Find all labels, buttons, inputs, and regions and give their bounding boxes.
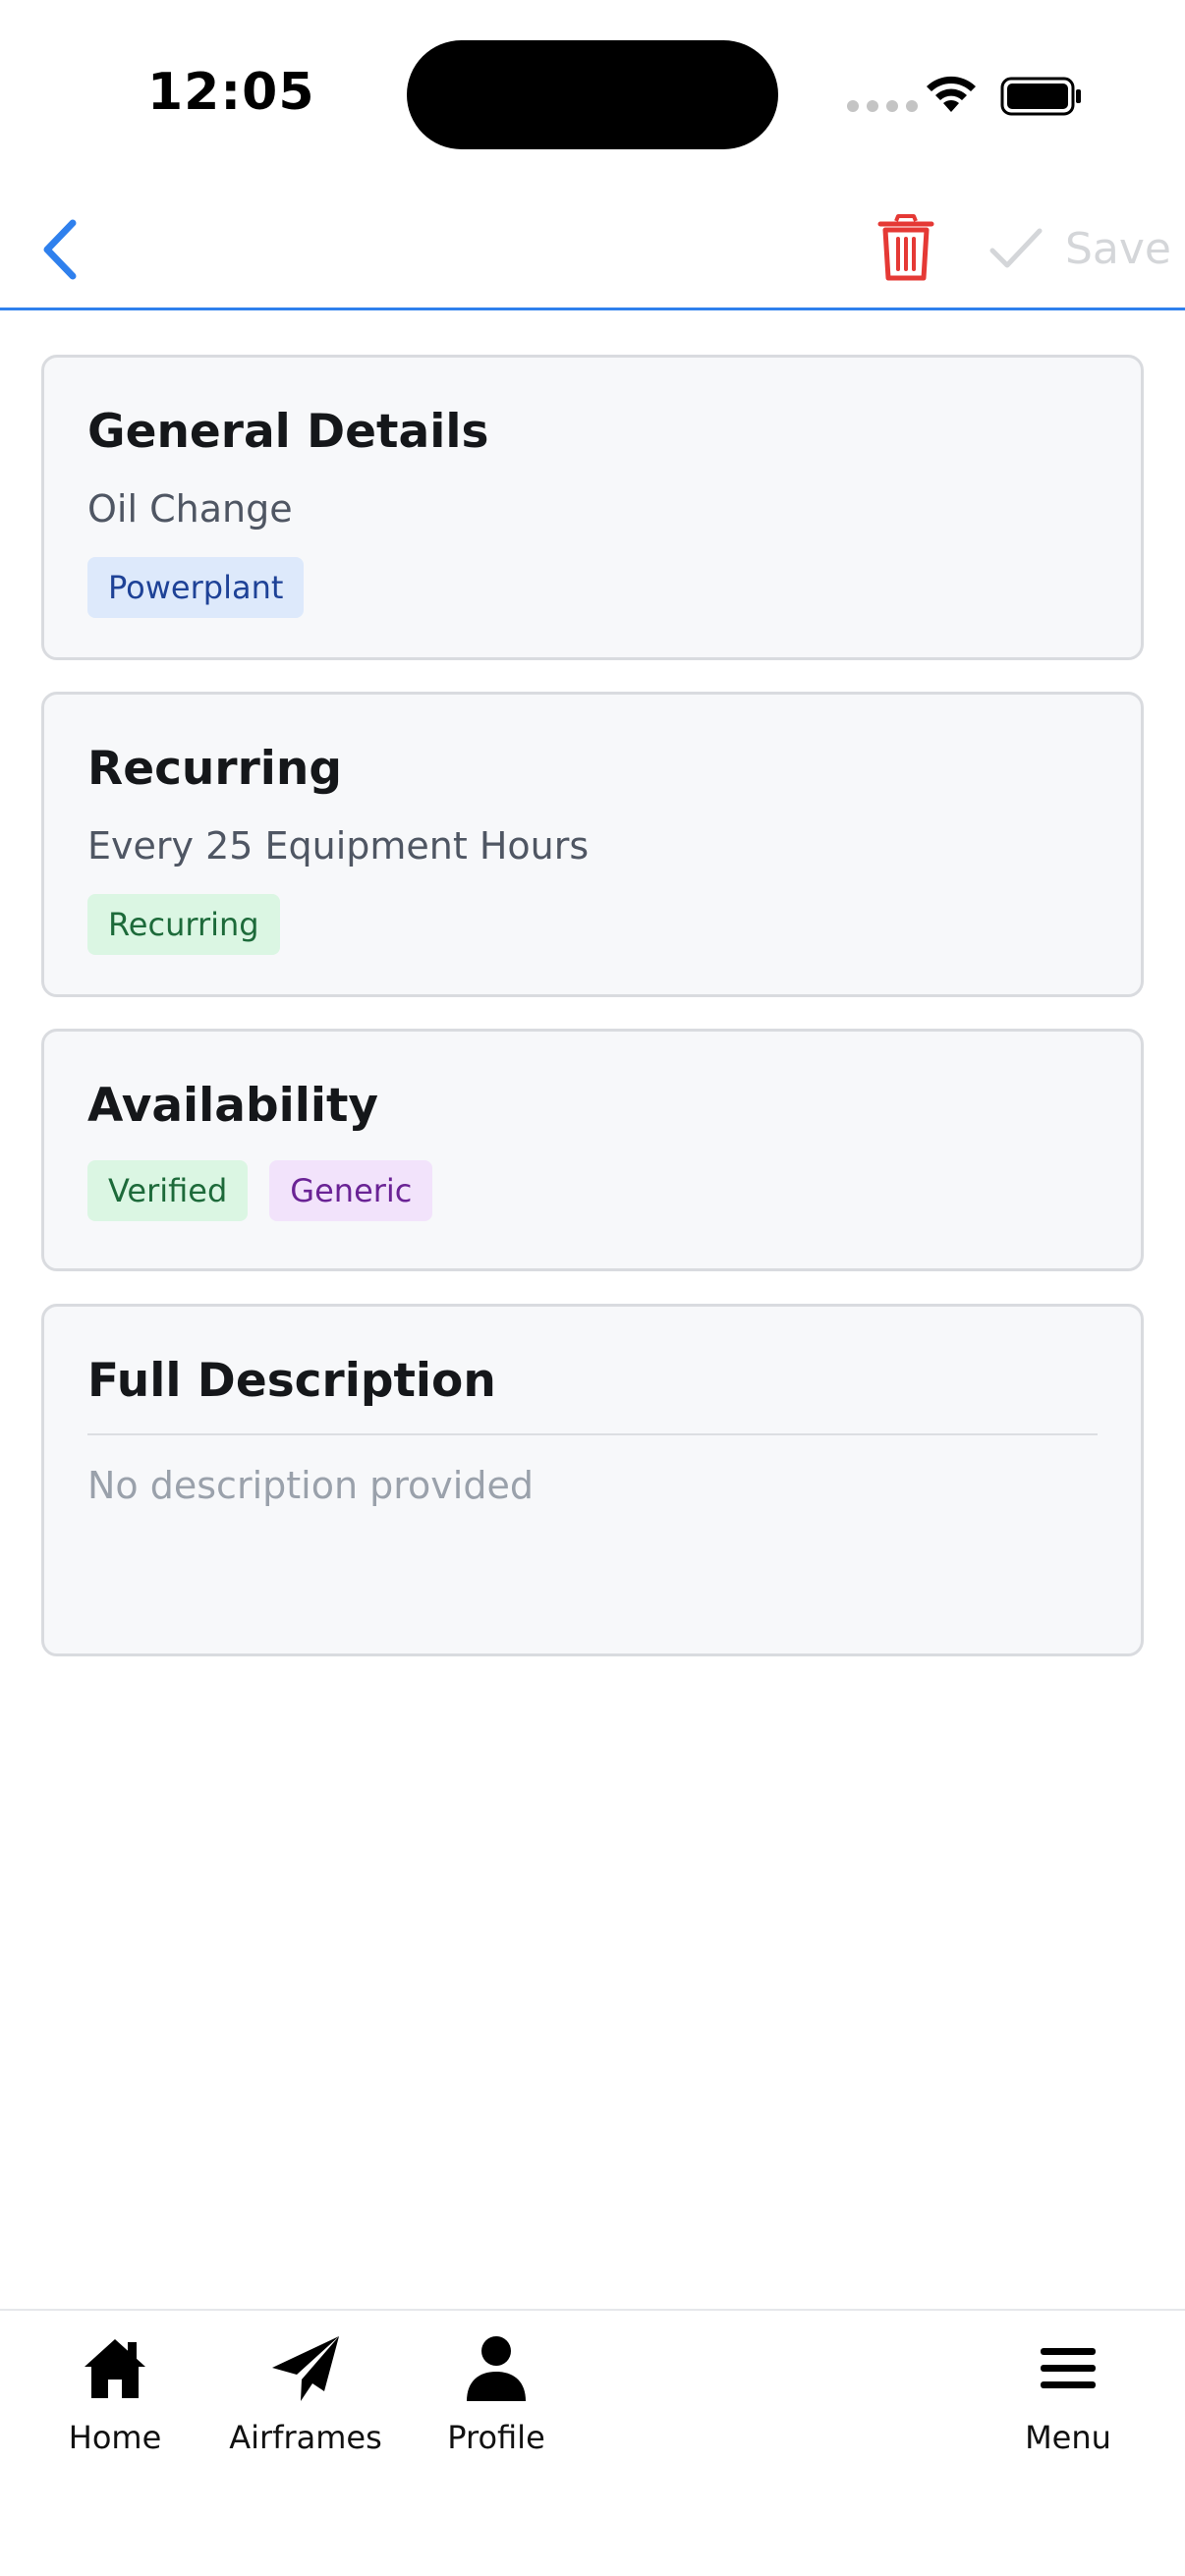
nav-label: Airframes xyxy=(229,2419,382,2456)
description-text: No description provided xyxy=(87,1464,534,1507)
wifi-icon xyxy=(927,76,976,112)
save-button[interactable]: Save xyxy=(988,220,1171,277)
signal-icon xyxy=(847,100,918,112)
nav-label: Profile xyxy=(447,2419,545,2456)
hamburger-menu-icon xyxy=(1041,2348,1096,2388)
recurring-card: Recurring Every 25 Equipment Hours Recur… xyxy=(41,692,1144,997)
status-bar: 12:05 xyxy=(0,0,1185,187)
tag-generic: Generic xyxy=(269,1160,433,1221)
save-label: Save xyxy=(1065,223,1172,274)
card-subtitle: Oil Change xyxy=(87,487,293,531)
tag-powerplant: Powerplant xyxy=(87,557,305,618)
paper-plane-icon xyxy=(272,2336,339,2401)
divider xyxy=(87,1433,1098,1435)
tag-list: Powerplant xyxy=(87,557,1098,618)
card-subtitle: Every 25 Equipment Hours xyxy=(87,824,590,868)
card-title: Recurring xyxy=(87,742,342,796)
tag-recurring: Recurring xyxy=(87,894,280,955)
tag-list: Verified Generic xyxy=(87,1160,1098,1221)
battery-icon xyxy=(1000,77,1081,116)
home-icon xyxy=(85,2339,145,2398)
back-button[interactable] xyxy=(37,217,85,282)
tag-list: Recurring xyxy=(87,894,1098,955)
nav-label: Home xyxy=(68,2419,162,2456)
nav-item-airframes[interactable]: Airframes xyxy=(222,2332,389,2456)
nav-label: Menu xyxy=(1025,2419,1111,2456)
full-description-card: Full Description No description provided xyxy=(41,1304,1144,1656)
person-icon xyxy=(467,2336,526,2401)
card-title: Full Description xyxy=(87,1354,496,1408)
availability-card: Availability Verified Generic xyxy=(41,1029,1144,1271)
nav-item-home[interactable]: Home xyxy=(31,2332,198,2456)
card-title: Availability xyxy=(87,1079,379,1133)
delete-button[interactable] xyxy=(876,213,935,282)
trash-icon xyxy=(877,214,934,281)
chevron-left-icon xyxy=(43,219,77,280)
status-time: 12:05 xyxy=(147,63,315,122)
card-title: General Details xyxy=(87,405,489,459)
bottom-nav: Home Airframes Profile Menu xyxy=(0,2309,1185,2576)
top-bar: Save xyxy=(0,187,1185,310)
dynamic-island xyxy=(407,40,778,149)
nav-item-profile[interactable]: Profile xyxy=(413,2332,580,2456)
tag-verified: Verified xyxy=(87,1160,249,1221)
checkmark-icon xyxy=(989,228,1043,268)
general-details-card: General Details Oil Change Powerplant xyxy=(41,355,1144,660)
nav-item-menu[interactable]: Menu xyxy=(985,2332,1152,2456)
